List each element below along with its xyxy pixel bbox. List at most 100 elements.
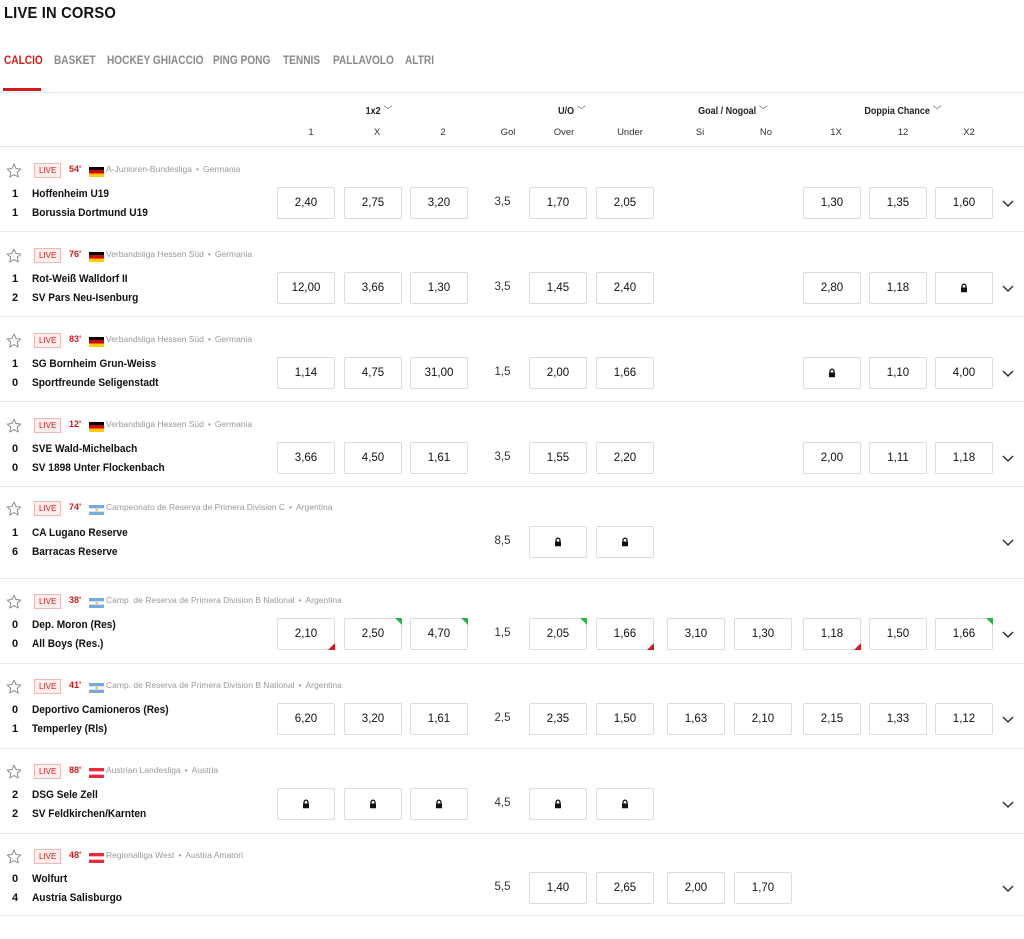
odds-button-x[interactable]: 2,75	[344, 187, 402, 219]
odds-button-no[interactable]: 1,30	[734, 618, 792, 650]
odds-button-x2[interactable]: 31,00	[410, 357, 468, 389]
odds-button-over[interactable]: 2,00	[529, 357, 587, 389]
expand-chevron-icon[interactable]	[1000, 796, 1016, 812]
odds-button-x1[interactable]: 2,40	[277, 187, 335, 219]
odds-button-under[interactable]: 1,50	[596, 703, 654, 735]
team-home[interactable]: SG Bornheim Grun-Weiss	[32, 358, 156, 370]
odds-button-x1[interactable]: 1,14	[277, 357, 335, 389]
odds-button-x1[interactable]: 3,66	[277, 442, 335, 474]
favorite-star-icon[interactable]	[5, 162, 23, 180]
odds-button-x2[interactable]: 1,61	[410, 703, 468, 735]
odds-button-si[interactable]: 2,00	[667, 872, 725, 904]
expand-chevron-icon[interactable]	[1000, 280, 1016, 296]
odds-button-dc1x[interactable]	[803, 357, 861, 389]
tab-basket[interactable]: BASKET	[54, 55, 96, 67]
odds-button-over[interactable]: 1,45	[529, 272, 587, 304]
odds-button-over[interactable]	[529, 526, 587, 558]
odds-button-x[interactable]: 4,50	[344, 442, 402, 474]
odds-button-under[interactable]	[596, 526, 654, 558]
team-away[interactable]: SV 1898 Unter Flockenbach	[32, 462, 165, 474]
expand-chevron-icon[interactable]	[1000, 711, 1016, 727]
odds-button-no[interactable]: 2,10	[734, 703, 792, 735]
team-home[interactable]: Deportivo Camioneros (Res)	[32, 704, 169, 716]
tab-altri[interactable]: ALTRI	[405, 55, 434, 67]
market-select-uo[interactable]: U/O ﹀	[558, 102, 586, 117]
odds-button-dc12[interactable]: 1,18	[869, 272, 927, 304]
odds-button-x2[interactable]: 4,70	[410, 618, 468, 650]
odds-button-dc12[interactable]: 1,11	[869, 442, 927, 474]
expand-chevron-icon[interactable]	[1000, 880, 1016, 896]
odds-button-under[interactable]: 2,65	[596, 872, 654, 904]
team-away[interactable]: Temperley (Rls)	[32, 723, 107, 735]
odds-button-dcx2[interactable]: 1,66	[935, 618, 993, 650]
odds-button-under[interactable]: 2,20	[596, 442, 654, 474]
odds-button-over[interactable]: 1,40	[529, 872, 587, 904]
tab-hockey-ghiaccio[interactable]: HOCKEY GHIACCIO	[107, 55, 204, 67]
favorite-star-icon[interactable]	[5, 848, 23, 866]
odds-button-dc1x[interactable]: 2,00	[803, 442, 861, 474]
odds-button-x[interactable]: 4,75	[344, 357, 402, 389]
odds-button-x[interactable]	[344, 788, 402, 820]
favorite-star-icon[interactable]	[5, 678, 23, 696]
team-home[interactable]: Rot-Weiß Walldorf II	[32, 273, 128, 285]
odds-button-x[interactable]: 3,20	[344, 703, 402, 735]
favorite-star-icon[interactable]	[5, 332, 23, 350]
odds-button-x1[interactable]: 12,00	[277, 272, 335, 304]
odds-button-x2[interactable]: 3,20	[410, 187, 468, 219]
odds-button-x1[interactable]: 6,20	[277, 703, 335, 735]
team-home[interactable]: DSG Sele Zell	[32, 789, 98, 801]
odds-button-x2[interactable]: 1,30	[410, 272, 468, 304]
favorite-star-icon[interactable]	[5, 247, 23, 265]
favorite-star-icon[interactable]	[5, 763, 23, 781]
market-select-1x2[interactable]: 1x2 ﹀	[366, 102, 393, 117]
team-away[interactable]: All Boys (Res.)	[32, 638, 103, 650]
expand-chevron-icon[interactable]	[1000, 450, 1016, 466]
market-select-doppia-chance[interactable]: Doppia Chance ﹀	[864, 102, 941, 117]
odds-button-dc12[interactable]: 1,50	[869, 618, 927, 650]
odds-button-dc1x[interactable]: 2,80	[803, 272, 861, 304]
odds-button-over[interactable]: 1,55	[529, 442, 587, 474]
odds-button-x[interactable]: 2,50	[344, 618, 402, 650]
team-home[interactable]: SVE Wald-Michelbach	[32, 443, 137, 455]
expand-chevron-icon[interactable]	[1000, 195, 1016, 211]
tab-ping-pong[interactable]: PING PONG	[213, 55, 270, 67]
odds-button-under[interactable]: 2,40	[596, 272, 654, 304]
odds-button-x1[interactable]: 2,10	[277, 618, 335, 650]
expand-chevron-icon[interactable]	[1000, 626, 1016, 642]
tab-tennis[interactable]: TENNIS	[283, 55, 320, 67]
odds-button-over[interactable]: 2,35	[529, 703, 587, 735]
market-select-goal-nogoal[interactable]: Goal / Nogoal ﹀	[698, 102, 768, 117]
team-away[interactable]: Austria Salisburgo	[32, 892, 122, 904]
expand-chevron-icon[interactable]	[1000, 534, 1016, 550]
team-away[interactable]: Sportfreunde Seligenstadt	[32, 377, 159, 389]
odds-button-si[interactable]: 3,10	[667, 618, 725, 650]
odds-button-under[interactable]: 2,05	[596, 187, 654, 219]
odds-button-si[interactable]: 1,63	[667, 703, 725, 735]
odds-button-dcx2[interactable]: 4,00	[935, 357, 993, 389]
odds-button-dc1x[interactable]: 1,18	[803, 618, 861, 650]
team-away[interactable]: Barracas Reserve	[32, 546, 118, 558]
team-away[interactable]: SV Feldkirchen/Karnten	[32, 808, 146, 820]
odds-button-dcx2[interactable]: 1,18	[935, 442, 993, 474]
odds-button-over[interactable]: 2,05	[529, 618, 587, 650]
favorite-star-icon[interactable]	[5, 500, 23, 518]
tab-pallavolo[interactable]: PALLAVOLO	[333, 55, 394, 67]
favorite-star-icon[interactable]	[5, 417, 23, 435]
team-home[interactable]: CA Lugano Reserve	[32, 527, 128, 539]
odds-button-dc12[interactable]: 1,33	[869, 703, 927, 735]
team-home[interactable]: Dep. Moron (Res)	[32, 619, 116, 631]
favorite-star-icon[interactable]	[5, 593, 23, 611]
team-away[interactable]: Borussia Dortmund U19	[32, 207, 148, 219]
odds-button-over[interactable]: 1,70	[529, 187, 587, 219]
odds-button-x[interactable]: 3,66	[344, 272, 402, 304]
odds-button-dc12[interactable]: 1,10	[869, 357, 927, 389]
team-home[interactable]: Hoffenheim U19	[32, 188, 109, 200]
odds-button-x2[interactable]	[410, 788, 468, 820]
team-away[interactable]: SV Pars Neu-Isenburg	[32, 292, 138, 304]
odds-button-over[interactable]	[529, 788, 587, 820]
odds-button-under[interactable]: 1,66	[596, 618, 654, 650]
odds-button-x2[interactable]: 1,61	[410, 442, 468, 474]
odds-button-dc12[interactable]: 1,35	[869, 187, 927, 219]
tab-calcio[interactable]: CALCIO	[4, 55, 43, 67]
odds-button-dcx2[interactable]: 1,60	[935, 187, 993, 219]
